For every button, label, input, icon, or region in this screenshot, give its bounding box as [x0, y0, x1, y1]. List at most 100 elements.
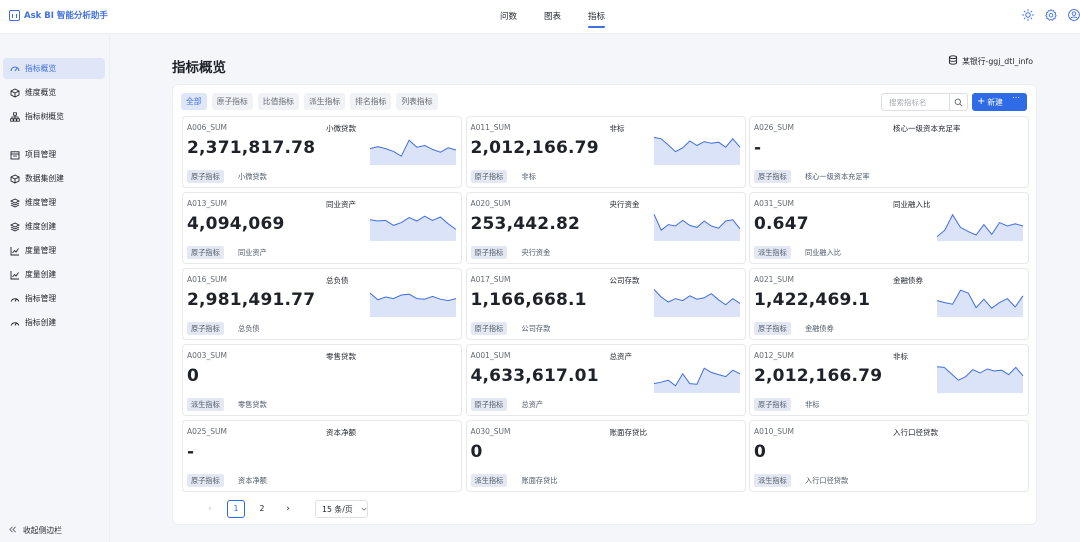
- metric-name: 账面存贷比: [609, 428, 648, 437]
- metric-value: 0: [470, 442, 483, 462]
- metric-card[interactable]: A020_SUM 央行资金 253,442.82 原子指标 央行资金: [465, 192, 746, 264]
- page-2-button[interactable]: 2: [253, 500, 271, 518]
- metric-type-badge: 原子指标: [470, 246, 508, 259]
- sun-icon[interactable]: [1022, 9, 1034, 21]
- metric-description: 同业资产: [238, 248, 267, 257]
- page-size-select[interactable]: 15 条/页: [315, 500, 368, 518]
- top-bar: Ask BI 智能分析助手 问数 图表 指标: [0, 0, 1080, 34]
- gear-icon[interactable]: [1045, 9, 1057, 21]
- search-input[interactable]: [882, 94, 950, 110]
- metric-card[interactable]: A026_SUM 核心一级资本充足率 - 原子指标 核心一级资本充足率: [749, 116, 1029, 188]
- metric-type-badge: 派生指标: [754, 246, 791, 259]
- metric-description: 金融债券: [805, 324, 834, 333]
- metric-type-badge: 原子指标: [754, 170, 791, 183]
- collapse-sidebar-button[interactable]: 收起侧边栏: [8, 525, 62, 536]
- sidebar-item-measure-create[interactable]: 度量创建: [3, 264, 105, 285]
- metric-name: 央行资金: [609, 200, 640, 209]
- brand[interactable]: Ask BI 智能分析助手: [9, 9, 108, 21]
- new-button-label: 新建: [987, 97, 1003, 107]
- datasource-selector[interactable]: 某银行-ggj_dtl_info: [948, 55, 1033, 67]
- next-page-icon[interactable]: ›: [279, 500, 297, 518]
- metric-card[interactable]: A001_SUM 总资产 4,633,617.01 原子指标 总资产: [465, 344, 746, 416]
- metric-code: A011_SUM: [470, 123, 511, 132]
- gauge-icon: [10, 294, 20, 304]
- new-metric-button[interactable]: + 新建 ⋯: [972, 93, 1027, 111]
- sparkline-chart: [936, 289, 1024, 317]
- metric-description: 账面存贷比: [521, 476, 558, 485]
- metric-description: 非标: [805, 400, 820, 409]
- metric-card[interactable]: A013_SUM 同业资产 4,094,069 原子指标 同业资产: [182, 192, 462, 264]
- search-icon: [954, 98, 963, 106]
- sparkline-chart: [369, 215, 457, 241]
- metric-code: A017_SUM: [470, 275, 511, 284]
- metric-card[interactable]: A021_SUM 金融债券 1,422,469.1 原子指标 金融债券: [749, 268, 1029, 340]
- metric-name: 公司存款: [609, 276, 640, 285]
- metric-card[interactable]: A006_SUM 小微贷款 2,371,817.78 原子指标 小微贷款: [182, 116, 462, 188]
- sidebar-item-label: 度量创建: [25, 270, 57, 279]
- metric-value: 2,371,817.78: [187, 138, 316, 158]
- sidebar-item-dimension-create[interactable]: 维度创建: [3, 216, 105, 237]
- top-nav: 问数 图表 指标: [500, 0, 606, 34]
- sidebar-item-project-management[interactable]: 项目管理: [3, 144, 105, 165]
- filter-ranking[interactable]: 排名指标: [350, 93, 392, 110]
- dataset-icon: [10, 173, 20, 184]
- metric-name: 同业融入比: [893, 200, 931, 209]
- datasource-name: 某银行-ggj_dtl_info: [962, 56, 1033, 66]
- metric-code: A031_SUM: [754, 199, 794, 208]
- filter-derived[interactable]: 派生指标: [303, 93, 346, 110]
- sidebar-item-dataset-create[interactable]: 数据集创建: [3, 168, 105, 189]
- metric-card[interactable]: A003_SUM 零售贷款 0 派生指标 零售贷款: [182, 344, 462, 416]
- filter-ratio[interactable]: 比值指标: [257, 93, 299, 110]
- metric-card[interactable]: A030_SUM 账面存贷比 0 派生指标 账面存贷比: [465, 420, 746, 492]
- sidebar-item-measure-management[interactable]: 度量管理: [3, 240, 105, 261]
- sparkline-chart: [369, 139, 457, 165]
- nav-tab-ask[interactable]: 问数: [500, 0, 517, 34]
- sidebar-item-dimension-overview[interactable]: 维度概览: [3, 82, 105, 103]
- metric-name: 资本净额: [326, 428, 356, 437]
- filter-list[interactable]: 列表指标: [396, 93, 438, 110]
- metric-type-badge: 派生指标: [470, 474, 508, 487]
- top-actions: [1022, 9, 1080, 21]
- metric-name: 小微贷款: [326, 124, 356, 133]
- metric-card[interactable]: A031_SUM 同业融入比 0.647 派生指标 同业融入比: [749, 192, 1029, 264]
- sidebar-item-metric-create[interactable]: 指标创建: [3, 312, 105, 333]
- sidebar-item-metric-overview[interactable]: 指标概览: [3, 58, 105, 79]
- metric-card[interactable]: A011_SUM 非标 2,012,166.79 原子指标 非标: [465, 116, 746, 188]
- filter-atomic[interactable]: 原子指标: [211, 93, 253, 110]
- gauge-plus-icon: [10, 318, 20, 328]
- metric-code: A025_SUM: [187, 427, 227, 436]
- prev-page-icon[interactable]: ‹: [201, 500, 219, 518]
- sidebar-item-metric-management[interactable]: 指标管理: [3, 288, 105, 309]
- metric-description: 入行口径贷款: [805, 476, 849, 485]
- metric-card[interactable]: A012_SUM 非标 2,012,166.79 原子指标 非标: [749, 344, 1029, 416]
- sidebar-item-label: 指标概览: [25, 64, 57, 73]
- user-avatar-icon[interactable]: [1068, 9, 1080, 21]
- metric-value: -: [187, 442, 195, 462]
- sparkline-chart: [653, 213, 740, 241]
- sparkline-chart: [369, 292, 457, 317]
- metric-card[interactable]: A010_SUM 入行口径贷款 0 派生指标 入行口径贷款: [749, 420, 1029, 492]
- metric-type-badge: 原子指标: [470, 170, 508, 183]
- nav-tab-metrics[interactable]: 指标: [588, 0, 606, 34]
- more-icon[interactable]: ⋯: [1012, 93, 1021, 102]
- metric-code: A026_SUM: [754, 123, 794, 132]
- metric-type-badge: 原子指标: [754, 398, 791, 411]
- page-1-button[interactable]: 1: [227, 500, 245, 518]
- metric-card[interactable]: A025_SUM 资本净额 - 原子指标 资本净额: [182, 420, 462, 492]
- metric-code: A021_SUM: [754, 275, 794, 284]
- metric-card[interactable]: A017_SUM 公司存款 1,166,668.1 原子指标 公司存款: [465, 268, 746, 340]
- chart-plus-icon: [10, 270, 20, 280]
- metric-value: 2,012,166.79: [754, 366, 883, 386]
- metric-type-badge: 原子指标: [470, 322, 508, 335]
- metric-value: 0: [187, 366, 200, 386]
- sidebar-item-metric-tree[interactable]: 指标树概览: [3, 106, 105, 127]
- metric-value: 4,094,069: [187, 214, 285, 234]
- search-button[interactable]: [949, 94, 967, 110]
- filter-all[interactable]: 全部: [181, 93, 207, 110]
- metric-card[interactable]: A016_SUM 总负债 2,981,491.77 原子指标 总负债: [182, 268, 462, 340]
- metric-name: 非标: [893, 352, 908, 361]
- sidebar-item-label: 维度管理: [25, 198, 57, 207]
- sidebar-item-label: 度量管理: [25, 246, 57, 255]
- nav-tab-charts[interactable]: 图表: [544, 0, 561, 34]
- sidebar-item-dimension-management[interactable]: 维度管理: [3, 192, 105, 213]
